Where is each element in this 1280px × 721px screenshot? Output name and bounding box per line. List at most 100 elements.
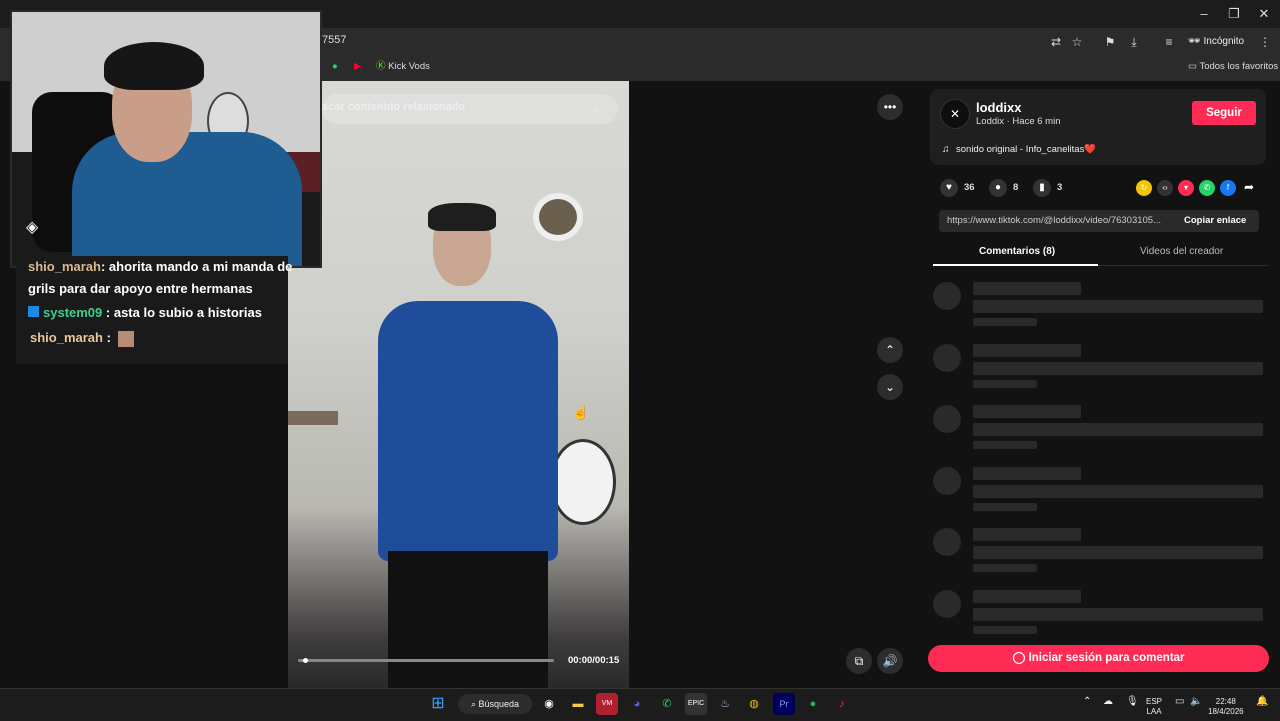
sound-name[interactable]: sonido original - Info_canelitas❤️: [956, 144, 1096, 155]
skeleton-line: [973, 625, 1037, 634]
skeleton-avatar: [933, 589, 961, 618]
chat-text: grils para dar apoyo entre hermanas: [28, 281, 253, 296]
start-icon[interactable]: ⊞: [427, 693, 449, 715]
more-options-icon[interactable]: •••: [877, 94, 903, 120]
skeleton-line: [973, 546, 1263, 559]
creator-name[interactable]: loddixx: [976, 100, 1022, 115]
next-video-icon[interactable]: ⌄: [877, 374, 903, 400]
bookmark-kick-vods[interactable]: Ⓚ Kick Vods: [376, 59, 430, 75]
video-progress-bar[interactable]: [298, 659, 554, 662]
language-indicator[interactable]: ESP LAA: [1146, 697, 1162, 717]
video-player[interactable]: [288, 81, 629, 688]
follow-button[interactable]: Seguir: [1192, 101, 1256, 125]
repost-icon[interactable]: ↻: [1136, 180, 1152, 196]
send-icon[interactable]: ▾: [1178, 180, 1194, 196]
person-pants: [388, 551, 548, 688]
skeleton-line: [973, 423, 1263, 436]
chat-message: system09 : asta lo subio a historias: [28, 305, 262, 320]
copy-link-button[interactable]: Copiar enlace: [1184, 215, 1246, 226]
skeleton-avatar: [933, 466, 961, 495]
search-icon[interactable]: ⌕: [592, 100, 600, 117]
skeleton-line: [973, 361, 1263, 375]
discord-icon[interactable]: ◕: [626, 693, 648, 715]
skeleton-line: [973, 300, 1263, 313]
active-tab-indicator: [933, 264, 1098, 266]
youtube-bookmark-icon[interactable]: ▶: [354, 59, 361, 75]
chat-text: :: [102, 330, 111, 345]
person-shirt: [378, 301, 558, 561]
skeleton-line: [973, 343, 1081, 357]
previous-video-icon[interactable]: ⌃: [877, 337, 903, 363]
bookmark-icon[interactable]: ▮: [1033, 179, 1051, 197]
skeleton-line: [973, 441, 1037, 449]
chat-badge-icon: [28, 306, 39, 317]
facebook-share-icon[interactable]: f: [1220, 180, 1236, 196]
webcam-overlay: ◈: [10, 10, 322, 268]
notification-bell-icon[interactable]: 🔔: [1256, 697, 1268, 707]
whatsapp-bookmark-icon[interactable]: ●: [332, 59, 338, 75]
skeleton-line: [973, 484, 1263, 498]
steam-icon[interactable]: ♨: [714, 693, 736, 715]
share-link-url[interactable]: https://www.tiktok.com/@loddixx/video/76…: [947, 215, 1175, 226]
premiere-icon[interactable]: Pr: [773, 693, 795, 715]
tray-overflow-icon[interactable]: ⌃: [1083, 697, 1091, 707]
minimize-button[interactable]: –: [1190, 4, 1218, 24]
epic-games-icon[interactable]: EPIC: [685, 693, 707, 715]
close-window-button[interactable]: ✕: [1250, 4, 1278, 24]
skeleton-line: [973, 318, 1037, 326]
tab-comments[interactable]: Comentarios (8): [979, 246, 1055, 257]
kick-icon: Ⓚ: [376, 61, 386, 72]
download-icon[interactable]: ⤓: [1125, 33, 1143, 51]
obs-icon[interactable]: ◉: [538, 693, 560, 715]
lang-top: ESP: [1146, 697, 1163, 706]
embed-icon[interactable]: ‹›: [1157, 180, 1173, 196]
chat-message: shio_marah: ahorita mando a mi manda de: [28, 259, 292, 273]
network-icon[interactable]: ▭: [1175, 697, 1184, 707]
skeleton-line: [973, 502, 1037, 511]
onedrive-icon[interactable]: ☁: [1103, 697, 1113, 707]
comment-count: 8: [1013, 182, 1019, 193]
all-bookmarks-label: Todos los favoritos: [1199, 61, 1279, 72]
chat-message: shio_marah :: [30, 330, 134, 347]
skeleton-line: [973, 282, 1081, 295]
chat-message: grils para dar apoyo entre hermanas: [28, 281, 253, 296]
picture-in-picture-icon[interactable]: ⧉: [846, 648, 872, 674]
address-bar[interactable]: 7557: [322, 34, 346, 46]
restore-button[interactable]: ❐: [1220, 4, 1248, 24]
more-menu-icon[interactable]: ⋮: [1256, 33, 1274, 51]
volume-icon[interactable]: 🔊: [877, 648, 903, 674]
skeleton-line: [973, 589, 1081, 603]
voicemeeter-icon[interactable]: VM: [596, 693, 618, 715]
tab-search-icon[interactable]: ≡: [1160, 33, 1178, 51]
whatsapp-icon[interactable]: ✆: [656, 693, 678, 715]
whatsapp-share-icon[interactable]: ✆: [1199, 180, 1215, 196]
webcam-person-body: [72, 132, 302, 266]
clock[interactable]: 22:48 18/4/2026: [1208, 697, 1244, 717]
translate-icon[interactable]: ⇄: [1047, 33, 1065, 51]
chat-user: system09: [43, 305, 103, 320]
chat-text: : ahorita mando a mi manda de: [100, 259, 293, 273]
all-bookmarks-folder[interactable]: ▭ Todos los favoritos: [1188, 59, 1278, 75]
lang-bottom: LAA: [1146, 707, 1162, 716]
incognito-icon: 🕶: [1188, 36, 1201, 47]
file-explorer-icon[interactable]: ▬: [567, 693, 589, 715]
related-search-placeholder: scar contenido relacionado: [322, 101, 466, 113]
clock-date: 18/4/2026: [1208, 707, 1244, 716]
speaker-icon[interactable]: 🔈: [1190, 697, 1202, 707]
bookmark-star-icon[interactable]: ☆: [1068, 33, 1086, 51]
tiktok-icon[interactable]: ♪: [831, 693, 853, 715]
tab-creator-videos[interactable]: Videos del creador: [1140, 246, 1223, 257]
creator-avatar[interactable]: ✕: [940, 99, 970, 129]
incognito-indicator[interactable]: 🕶 Incógnito: [1188, 32, 1244, 52]
comment-icon[interactable]: ●: [989, 179, 1007, 197]
taskbar-search[interactable]: ⌕ Búsqueda: [458, 694, 532, 714]
login-to-comment-button[interactable]: ◯ Iniciar sesión para comentar: [928, 645, 1269, 672]
taskbar-search-label: Búsqueda: [478, 699, 520, 709]
chrome-icon[interactable]: ◍: [743, 693, 765, 715]
share-arrow-icon[interactable]: ➦: [1244, 180, 1254, 194]
microphone-icon[interactable]: 🎙: [1126, 697, 1139, 707]
extension-icon[interactable]: ⚑: [1101, 33, 1119, 51]
like-icon[interactable]: ♥: [940, 179, 958, 197]
like-count: 36: [964, 182, 975, 193]
spotify-icon[interactable]: ●: [802, 693, 824, 715]
